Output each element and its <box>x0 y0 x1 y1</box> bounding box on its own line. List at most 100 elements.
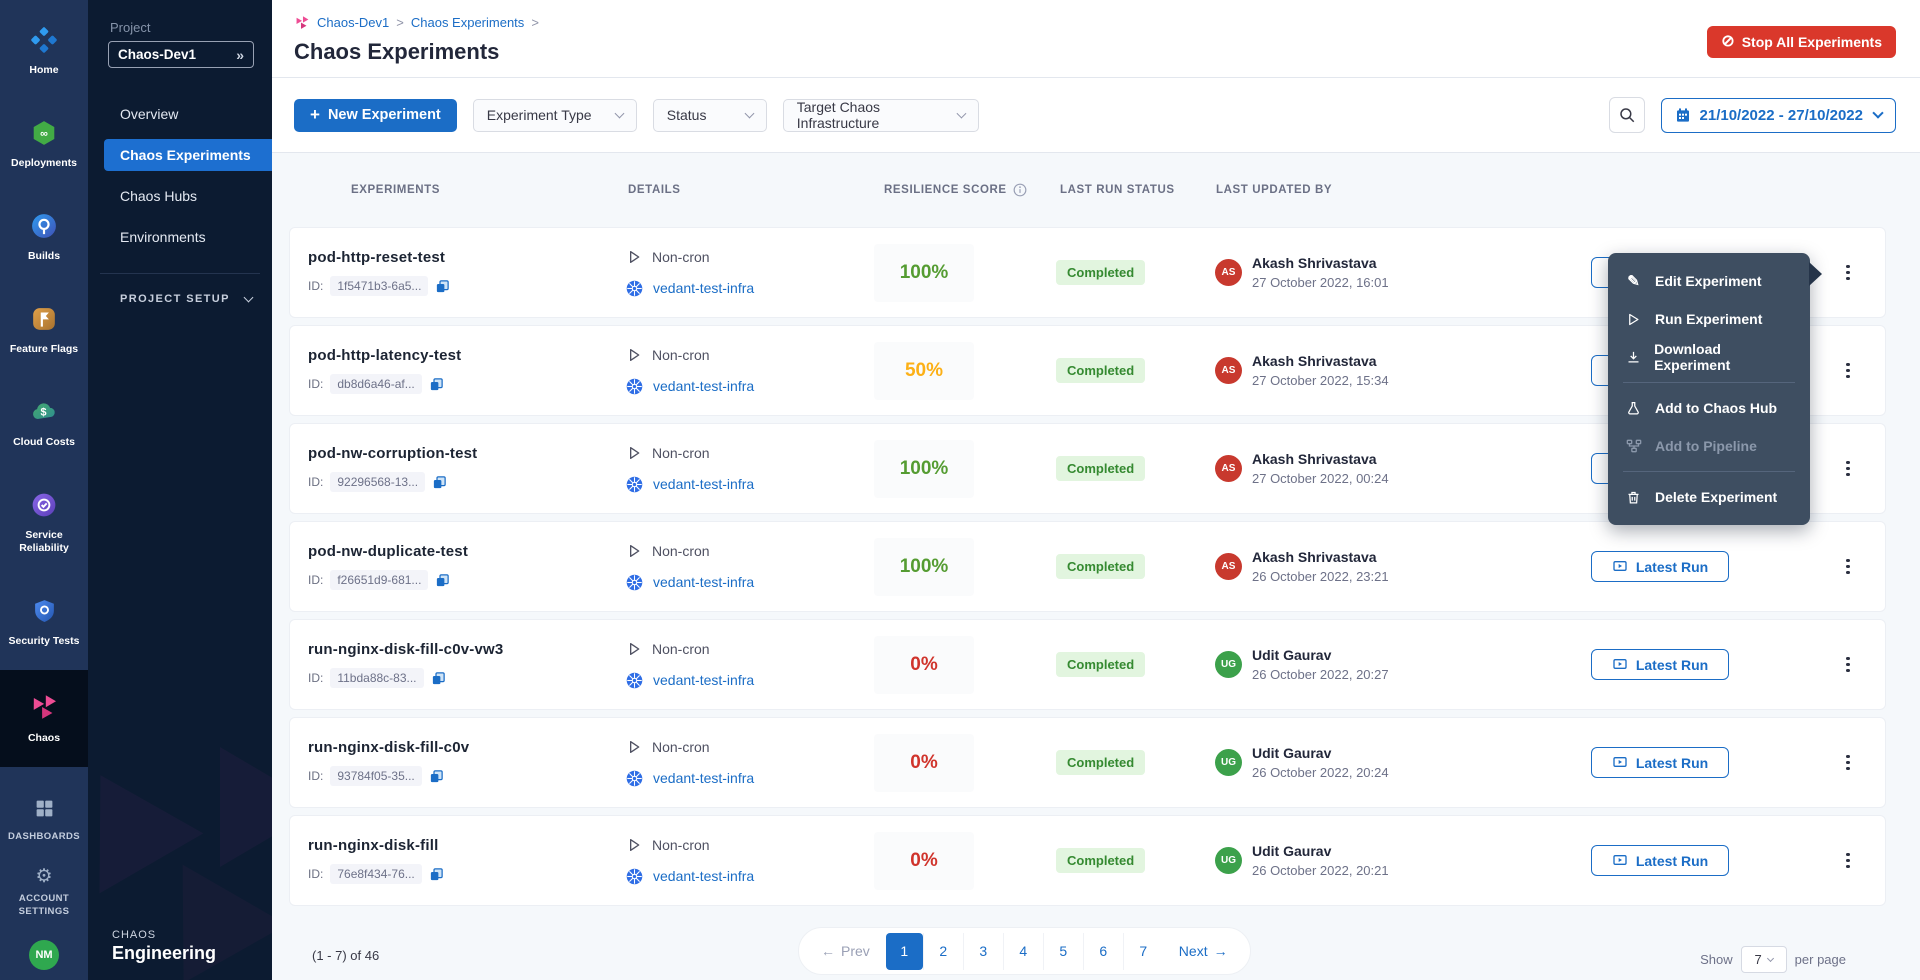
infrastructure-link[interactable]: vedant-test-infra <box>653 672 754 688</box>
infrastructure-link[interactable]: vedant-test-infra <box>653 378 754 394</box>
download-icon <box>1625 350 1641 365</box>
project-setup-toggle[interactable]: PROJECT SETUP <box>88 293 272 305</box>
stop-all-experiments-button[interactable]: ⊘ Stop All Experiments <box>1707 26 1896 58</box>
updated-by-name: Akash Shrivastava <box>1252 451 1389 467</box>
page-button-2[interactable]: 2 <box>923 933 963 970</box>
menu-item-add-to-chaos-hub[interactable]: Add to Chaos Hub <box>1608 389 1810 427</box>
infrastructure-link[interactable]: vedant-test-infra <box>653 476 754 492</box>
updated-by-name: Akash Shrivastava <box>1252 353 1389 369</box>
new-experiment-button[interactable]: + New Experiment <box>294 99 457 132</box>
kubernetes-icon <box>626 476 643 493</box>
row-menu-button[interactable] <box>1835 748 1861 778</box>
filter-target-infrastructure[interactable]: Target Chaos Infrastructure <box>783 99 979 132</box>
page-title: Chaos Experiments <box>294 39 1896 65</box>
rail-label: DASHBOARDS <box>8 830 80 843</box>
infrastructure-link[interactable]: vedant-test-infra <box>653 574 754 590</box>
date-range-picker[interactable]: 21/10/2022 - 27/10/2022 <box>1661 98 1896 133</box>
experiment-name[interactable]: pod-http-latency-test <box>308 347 626 364</box>
copy-id-button[interactable] <box>429 769 444 784</box>
sidebar-item-overview[interactable]: Overview <box>88 98 272 130</box>
rail-item-deployments[interactable]: ∞ Deployments <box>0 99 88 192</box>
page-button-5[interactable]: 5 <box>1043 933 1083 970</box>
row-menu-button[interactable] <box>1835 258 1861 288</box>
rail-item-chaos[interactable]: Chaos <box>0 670 88 767</box>
copy-id-button[interactable] <box>435 573 450 588</box>
kubernetes-icon <box>626 378 643 395</box>
breadcrumb-link-chaos-experiments[interactable]: Chaos Experiments <box>411 15 524 30</box>
row-menu-button[interactable] <box>1835 552 1861 582</box>
user-avatar[interactable]: NM <box>29 940 59 970</box>
filter-experiment-type[interactable]: Experiment Type <box>473 99 637 132</box>
experiment-name[interactable]: run-nginx-disk-fill-c0v-vw3 <box>308 641 626 658</box>
rail-item-account-settings[interactable]: ⚙ ACCOUNT SETTINGS <box>0 855 88 930</box>
infrastructure-link[interactable]: vedant-test-infra <box>653 770 754 786</box>
menu-item-delete-experiment[interactable]: Delete Experiment <box>1608 478 1810 516</box>
info-icon[interactable] <box>1013 183 1027 197</box>
sidebar-nav: Overview Chaos Experiments Chaos Hubs En… <box>88 98 272 253</box>
updated-date: 27 October 2022, 16:01 <box>1252 275 1389 290</box>
play-icon <box>1625 312 1642 327</box>
rail-item-service-reliability[interactable]: Service Reliability <box>0 471 88 577</box>
experiment-name[interactable]: pod-http-reset-test <box>308 249 626 266</box>
resilience-score: 0% <box>874 636 974 694</box>
page-button-4[interactable]: 4 <box>1003 933 1043 970</box>
rail-item-cloud-costs[interactable]: $ Cloud Costs <box>0 378 88 471</box>
experiment-name[interactable]: run-nginx-disk-fill <box>308 837 626 854</box>
next-page-button[interactable]: Next→ <box>1163 943 1244 959</box>
latest-run-button[interactable]: Latest Run <box>1591 649 1729 680</box>
row-menu-button[interactable] <box>1835 650 1861 680</box>
date-range-label: 21/10/2022 - 27/10/2022 <box>1700 107 1863 124</box>
latest-run-button[interactable]: Latest Run <box>1591 845 1729 876</box>
rail-item-security-tests[interactable]: Security Tests <box>0 577 88 670</box>
updated-date: 26 October 2022, 23:21 <box>1252 569 1389 584</box>
page-button-3[interactable]: 3 <box>963 933 1003 970</box>
play-outline-icon <box>626 347 642 363</box>
menu-item-add-to-pipeline[interactable]: Add to Pipeline <box>1608 427 1810 465</box>
sidebar-item-environments[interactable]: Environments <box>88 221 272 253</box>
resilience-score: 50% <box>874 342 974 400</box>
rail-item-dashboards[interactable]: DASHBOARDS <box>0 786 88 855</box>
breadcrumb-separator: > <box>531 15 539 30</box>
latest-run-button[interactable]: Latest Run <box>1591 747 1729 778</box>
copy-id-button[interactable] <box>431 671 446 686</box>
row-menu-button[interactable] <box>1835 846 1861 876</box>
latest-run-button[interactable]: Latest Run <box>1591 551 1729 582</box>
sidebar-item-chaos-hubs[interactable]: Chaos Hubs <box>88 180 272 212</box>
page-button-7[interactable]: 7 <box>1123 933 1163 970</box>
row-context-menu: ✎ Edit Experiment Run Experiment Downloa… <box>1608 253 1810 525</box>
experiment-name[interactable]: run-nginx-disk-fill-c0v <box>308 739 626 756</box>
play-outline-icon <box>626 249 642 265</box>
rail-item-home[interactable]: Home <box>0 6 88 99</box>
copy-id-button[interactable] <box>429 867 444 882</box>
filter-status[interactable]: Status <box>653 99 767 132</box>
row-menu-button[interactable] <box>1835 356 1861 386</box>
menu-item-run-experiment[interactable]: Run Experiment <box>1608 300 1810 338</box>
menu-item-download-experiment[interactable]: Download Experiment <box>1608 338 1810 376</box>
copy-id-button[interactable] <box>435 279 450 294</box>
prev-page-button[interactable]: ←Prev <box>805 943 886 959</box>
experiment-name[interactable]: pod-nw-duplicate-test <box>308 543 626 560</box>
experiment-name[interactable]: pod-nw-corruption-test <box>308 445 626 462</box>
per-page-label: per page <box>1795 952 1846 967</box>
breadcrumb-separator: > <box>396 15 404 30</box>
page-size-select[interactable]: 7 <box>1741 946 1787 973</box>
rail-item-builds[interactable]: Builds <box>0 192 88 285</box>
project-selector[interactable]: Chaos-Dev1 » <box>108 41 254 68</box>
menu-item-edit-experiment[interactable]: ✎ Edit Experiment <box>1608 262 1810 300</box>
filter-label: Status <box>667 107 707 123</box>
rail-item-feature-flags[interactable]: Feature Flags <box>0 285 88 378</box>
play-outline-icon <box>626 445 642 461</box>
table-row: run-nginx-disk-fill ID:76e8f434-76... No… <box>289 815 1886 906</box>
page-button-1[interactable]: 1 <box>886 933 923 970</box>
breadcrumb-link-project[interactable]: Chaos-Dev1 <box>317 15 389 30</box>
search-button[interactable] <box>1609 97 1645 133</box>
copy-id-button[interactable] <box>432 475 447 490</box>
page-button-6[interactable]: 6 <box>1083 933 1123 970</box>
copy-id-button[interactable] <box>429 377 444 392</box>
experiment-id: 92296568-13... <box>330 472 425 492</box>
infrastructure-link[interactable]: vedant-test-infra <box>653 280 754 296</box>
expand-projects-icon[interactable]: » <box>236 47 244 63</box>
sidebar-item-chaos-experiments[interactable]: Chaos Experiments <box>104 139 272 171</box>
infrastructure-link[interactable]: vedant-test-infra <box>653 868 754 884</box>
row-menu-button[interactable] <box>1835 454 1861 484</box>
